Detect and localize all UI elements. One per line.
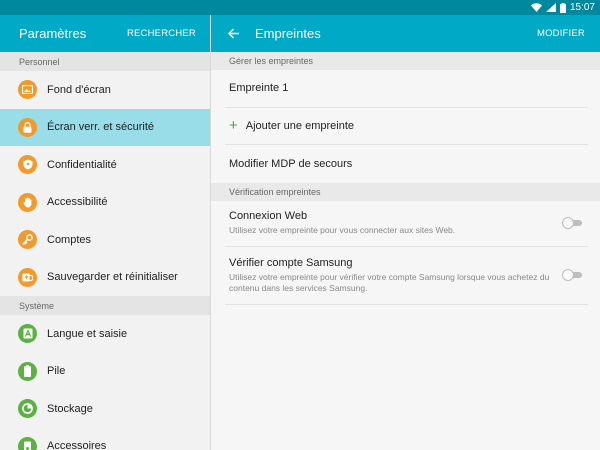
samsung-account-setting[interactable]: Vérifier compte Samsung Utilisez votre e… (225, 247, 588, 305)
nav-item-label: Confidentialité (47, 158, 117, 171)
language-icon (18, 324, 37, 344)
nav-item-accessories[interactable]: Accessoires (0, 428, 210, 450)
section-header-verification: Vérification empreintes (211, 182, 600, 201)
settings-title: Paramètres (19, 26, 87, 41)
fingerprint-label: Empreinte 1 (229, 82, 289, 95)
battery-icon (559, 2, 566, 13)
plus-icon: + (229, 117, 238, 135)
modify-button[interactable]: MODIFIER (537, 28, 585, 39)
nav-item-accounts[interactable]: Comptes (0, 221, 210, 259)
nav-item-label: Stockage (47, 402, 93, 415)
samsung-account-toggle[interactable] (562, 268, 584, 282)
backup-icon (18, 267, 37, 287)
signal-icon (545, 3, 556, 12)
storage-icon (18, 399, 37, 419)
lock-icon (18, 117, 37, 137)
settings-list-pane: Paramètres RECHERCHER Personnel Fond d'é… (0, 15, 210, 450)
web-login-setting[interactable]: Connexion Web Utilisez votre empreinte p… (225, 201, 588, 247)
fingerprint-item[interactable]: Empreinte 1 (225, 70, 588, 108)
page-title: Empreintes (255, 26, 321, 41)
battery-icon (18, 361, 37, 381)
nav-item-privacy[interactable]: Confidentialité (0, 146, 210, 184)
nav-item-wallpaper[interactable]: Fond d'écran (0, 71, 210, 109)
nav-item-label: Comptes (47, 233, 92, 246)
status-bar: 15:07 (0, 0, 600, 15)
nav-item-backup-reset[interactable]: Sauvegarder et réinitialiser (0, 259, 210, 297)
web-login-title: Connexion Web (229, 210, 308, 223)
nav-item-label: Sauvegarder et réinitialiser (47, 271, 178, 284)
accessories-icon (18, 436, 37, 450)
nav-item-battery[interactable]: Pile (0, 353, 210, 391)
nav-item-label: Fond d'écran (47, 83, 111, 96)
fingerprints-detail-pane: Empreintes MODIFIER Gérer les empreintes… (211, 15, 600, 450)
privacy-icon (18, 155, 37, 175)
key-icon (18, 230, 37, 250)
section-header-manage: Gérer les empreintes (211, 52, 600, 70)
nav-item-accessibility[interactable]: Accessibilité (0, 184, 210, 222)
section-header-personnel: Personnel (0, 52, 210, 71)
wallpaper-icon (18, 80, 37, 100)
search-button[interactable]: RECHERCHER (127, 28, 196, 39)
nav-item-label: Pile (47, 365, 66, 378)
hand-icon (18, 192, 37, 212)
fingerprints-app-bar: Empreintes MODIFIER (211, 15, 600, 52)
section-header-systeme: Système (0, 296, 210, 315)
status-time: 15:07 (569, 2, 595, 13)
nav-item-storage[interactable]: Stockage (0, 390, 210, 428)
wifi-icon (530, 3, 542, 12)
samsung-account-title: Vérifier compte Samsung (229, 257, 353, 270)
add-fingerprint-label: Ajouter une empreinte (245, 119, 354, 132)
back-arrow-icon[interactable] (228, 27, 242, 41)
web-login-toggle[interactable] (562, 216, 584, 230)
nav-item-label: Accessibilité (47, 196, 108, 209)
web-login-subtitle: Utilisez votre empreinte pour vous conne… (229, 225, 456, 236)
nav-item-label: Accessoires (47, 440, 107, 450)
nav-item-label: Langue et saisie (47, 327, 128, 340)
nav-item-label: Écran verr. et sécurité (47, 121, 154, 134)
nav-item-language-input[interactable]: Langue et saisie (0, 315, 210, 353)
nav-item-lockscreen-security[interactable]: Écran verr. et sécurité (0, 108, 210, 146)
settings-app-bar: Paramètres RECHERCHER (0, 15, 210, 52)
backup-password-item[interactable]: Modifier MDP de secours (225, 145, 588, 183)
samsung-account-subtitle: Utilisez votre empreinte pour vérifier v… (229, 272, 550, 293)
add-fingerprint-button[interactable]: + Ajouter une empreinte (225, 108, 588, 145)
backup-password-label: Modifier MDP de secours (229, 157, 353, 170)
